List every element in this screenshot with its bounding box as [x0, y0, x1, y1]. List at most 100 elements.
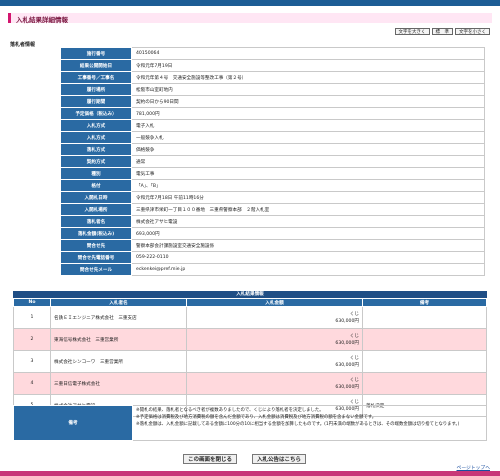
- bid-amount-cell: くじ 630,000円: [186, 328, 363, 351]
- info-row: 問合せ先電話番号 059-222-0110: [60, 251, 485, 264]
- info-value: 令和元年7月18日 午前11時16分: [131, 191, 485, 204]
- info-label: 問合せ先メール: [60, 263, 132, 276]
- info-table: 施行番号 40150064 結果公開開始日 令和元年7月19日 工事番号／工事名 令和元年…: [60, 47, 485, 276]
- note-line: ※予定価格は消費税及び地方消費税の額を含んだ金額であり、入札金額は消費税及び地方…: [136, 415, 377, 420]
- lottery-mark: くじ: [349, 377, 359, 383]
- font-larger-button[interactable]: 文字を大きく: [394, 28, 430, 35]
- result-remark: [362, 372, 487, 395]
- info-value: 40150064: [131, 47, 485, 60]
- info-value: 警察本部会計課施設室交通安全施設係: [131, 239, 485, 252]
- bottom-bar: [0, 471, 500, 476]
- info-value: 781,000円: [131, 107, 485, 120]
- note-line: ※落札金額は、入札金額に記載してある金額に100分の10に相当する金額を加算した…: [136, 422, 460, 427]
- info-value: 令和元年7月19日: [131, 59, 485, 72]
- close-window-button[interactable]: この画面を閉じる: [183, 454, 238, 464]
- info-row: 問合せ先 警察本部会計課施設室交通安全施設係: [60, 239, 485, 252]
- info-value: 一般競争入札: [131, 131, 485, 144]
- info-label: 入札方式: [60, 119, 132, 132]
- info-row: 落札方式 価格競争: [60, 143, 485, 156]
- col-name: 入札者名: [50, 298, 187, 307]
- col-no: No: [13, 298, 51, 307]
- info-row: 問合せ先メール eckenkei@pref.mie.jp: [60, 263, 485, 276]
- font-standard-button[interactable]: 標 準: [431, 28, 453, 35]
- info-row: 履行期間 契約の日から90日間: [60, 95, 485, 108]
- page-title: 入札結果詳細情報: [16, 16, 68, 24]
- result-remark: [362, 328, 487, 351]
- info-row: 履行場所 松阪市山室町地内: [60, 83, 485, 96]
- lottery-mark: くじ: [349, 355, 359, 361]
- result-row: 4 三重日信電子株式会社 くじ 630,000円: [13, 372, 487, 395]
- info-value: 令和元年第４号 交通安全施設等整改工事（第２号）: [131, 71, 485, 84]
- info-label: 履行場所: [60, 83, 132, 96]
- page-top-link[interactable]: ページトップへ: [457, 464, 490, 471]
- result-no: 2: [13, 328, 51, 351]
- info-value: 電気工事: [131, 167, 485, 180]
- bid-notice-button[interactable]: 入札公告はこちら: [252, 454, 307, 464]
- info-row: 施行番号 40150064: [60, 47, 485, 60]
- info-row: 結果公開開始日 令和元年7月19日: [60, 59, 485, 72]
- bid-amount: 630,000円: [335, 362, 359, 368]
- note-line: ※開札の結果、落札者となるべき者が複数ありましたので、くじにより落札者を決定しま…: [136, 408, 324, 413]
- info-label: 落札金額(税込み): [60, 227, 132, 240]
- bidder-name: 三重日信電子株式会社: [50, 372, 187, 395]
- info-value: 三重県津市栄町一丁目１００番地 三重県警察本部 ２階入札室: [131, 203, 485, 216]
- notes-label: 備考: [13, 405, 133, 441]
- results-heading: 入札結果情報: [13, 291, 487, 298]
- lottery-mark: くじ: [349, 311, 359, 317]
- info-label: 種別: [60, 167, 132, 180]
- info-row: 入開札日時 令和元年7月18日 午前11時16分: [60, 191, 485, 204]
- page-title-bar: 入札結果詳細情報: [8, 13, 492, 24]
- info-value: 価格競争: [131, 143, 485, 156]
- info-value: eckenkei@pref.mie.jp: [131, 263, 485, 276]
- info-label: 予定価格（税込み）: [60, 107, 132, 120]
- notes-table: 備考 ※開札の結果、落札者となるべき者が複数ありましたので、くじにより落札者を決…: [13, 405, 487, 441]
- result-row: 2 東海信号株式会社 三重営業所 くじ 630,000円: [13, 328, 487, 351]
- info-value: 電子入札: [131, 119, 485, 132]
- result-no: 3: [13, 350, 51, 373]
- info-row: 種別 電気工事: [60, 167, 485, 180]
- bidder-name: 名鉄ＥＩエンジニア株式会社 三重支店: [50, 306, 187, 329]
- result-row: 3 株式会社シンコーワ 三重営業所 くじ 630,000円: [13, 350, 487, 373]
- result-no: 1: [13, 306, 51, 329]
- info-label: 履行期間: [60, 95, 132, 108]
- bid-amount: 630,000円: [335, 318, 359, 324]
- bidder-name: 株式会社シンコーワ 三重営業所: [50, 350, 187, 373]
- bidder-name: 東海信号株式会社 三重営業所: [50, 328, 187, 351]
- bid-amount: 630,000円: [335, 384, 359, 390]
- info-label: 入開札日時: [60, 191, 132, 204]
- info-value: 059-222-0110: [131, 251, 485, 264]
- info-row: 入札方式 電子入札: [60, 119, 485, 132]
- info-value: 通常: [131, 155, 485, 168]
- font-smaller-button[interactable]: 文字を小さく: [455, 28, 490, 35]
- info-value: 「A」、「B」: [131, 179, 485, 192]
- info-value: 契約の日から90日間: [131, 95, 485, 108]
- col-amount: 入札金額: [186, 298, 363, 307]
- info-row: 落札者名 株式会社アサヒ電設: [60, 215, 485, 228]
- info-label: 施行番号: [60, 47, 132, 60]
- lottery-mark: くじ: [349, 333, 359, 339]
- info-label: 落札方式: [60, 143, 132, 156]
- info-value: 693,000円: [131, 227, 485, 240]
- info-row: 予定価格（税込み） 781,000円: [60, 107, 485, 120]
- results-table: No 入札者名 入札金額 備考 1 名鉄ＥＩエンジニア株式会社 三重支店 くじ 630…: [13, 298, 487, 417]
- result-row: 1 名鉄ＥＩエンジニア株式会社 三重支店 くじ 630,000円: [13, 306, 487, 329]
- info-label: 契約方式: [60, 155, 132, 168]
- col-remark: 備考: [362, 298, 487, 307]
- result-remark: [362, 306, 487, 329]
- notes-text: ※開札の結果、落札者となるべき者が複数ありましたので、くじにより落札者を決定しま…: [132, 405, 487, 441]
- info-row: 入札方式 一般競争入札: [60, 131, 485, 144]
- bid-amount: 630,000円: [335, 340, 359, 346]
- top-bar: [0, 0, 500, 6]
- bid-amount-cell: くじ 630,000円: [186, 372, 363, 395]
- info-label: 問合せ先電話番号: [60, 251, 132, 264]
- info-row: 工事番号／工事名 令和元年第４号 交通安全施設等整改工事（第２号）: [60, 71, 485, 84]
- result-no: 4: [13, 372, 51, 395]
- bid-amount-cell: くじ 630,000円: [186, 306, 363, 329]
- info-value: 株式会社アサヒ電設: [131, 215, 485, 228]
- info-label: 入札方式: [60, 131, 132, 144]
- result-remark: [362, 350, 487, 373]
- info-label: 結果公開開始日: [60, 59, 132, 72]
- section-label: 落札者情報: [10, 42, 36, 48]
- info-row: 入開札場所 三重県津市栄町一丁目１００番地 三重県警察本部 ２階入札室: [60, 203, 485, 216]
- info-row: 格付 「A」、「B」: [60, 179, 485, 192]
